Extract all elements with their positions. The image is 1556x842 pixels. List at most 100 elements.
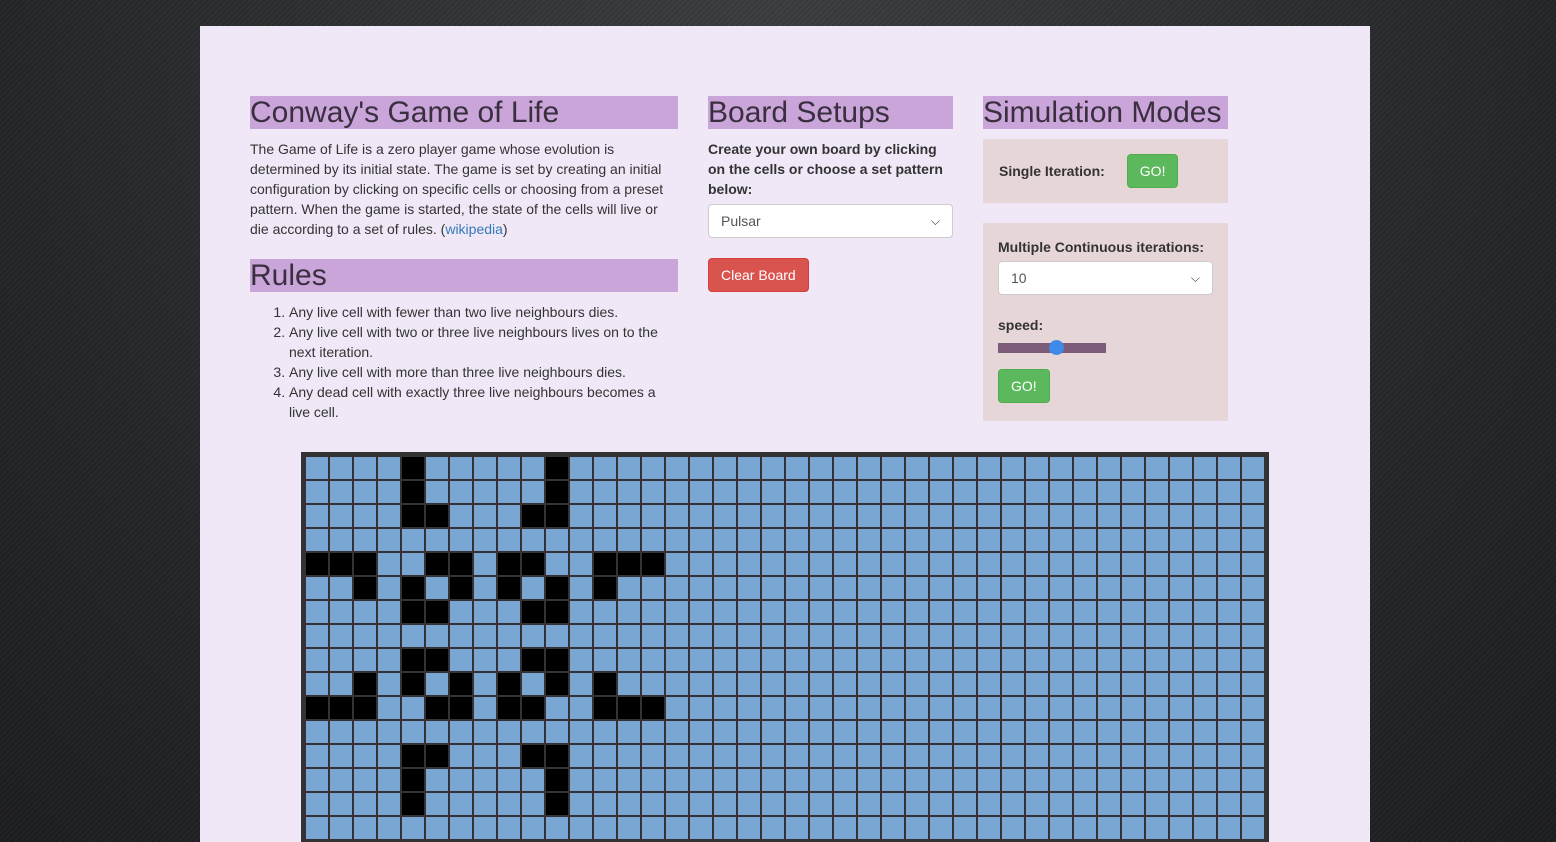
board-cell[interactable]: [1121, 624, 1145, 648]
board-cell[interactable]: [593, 456, 617, 480]
board-cell[interactable]: [1145, 480, 1169, 504]
board-cell[interactable]: [1241, 576, 1265, 600]
board-cell[interactable]: [305, 480, 329, 504]
board-cell[interactable]: [569, 816, 593, 840]
board-cell[interactable]: [425, 648, 449, 672]
board-cell[interactable]: [401, 456, 425, 480]
board-cell[interactable]: [1193, 744, 1217, 768]
board-cell[interactable]: [425, 744, 449, 768]
board-cell[interactable]: [857, 696, 881, 720]
board-cell[interactable]: [593, 816, 617, 840]
board-cell[interactable]: [689, 672, 713, 696]
board-cell[interactable]: [1001, 768, 1025, 792]
board-cell[interactable]: [353, 720, 377, 744]
board-cell[interactable]: [881, 504, 905, 528]
board-cell[interactable]: [473, 744, 497, 768]
board-cell[interactable]: [617, 600, 641, 624]
board-cell[interactable]: [689, 744, 713, 768]
board-cell[interactable]: [1001, 480, 1025, 504]
board-cell[interactable]: [713, 480, 737, 504]
board-cell[interactable]: [641, 480, 665, 504]
board-cell[interactable]: [1217, 600, 1241, 624]
board-cell[interactable]: [545, 528, 569, 552]
board-cell[interactable]: [497, 456, 521, 480]
board-cell[interactable]: [953, 624, 977, 648]
board-cell[interactable]: [1145, 552, 1169, 576]
board-cell[interactable]: [617, 816, 641, 840]
board-cell[interactable]: [1145, 696, 1169, 720]
board-cell[interactable]: [929, 768, 953, 792]
board-cell[interactable]: [1001, 696, 1025, 720]
board-cell[interactable]: [1169, 528, 1193, 552]
board-cell[interactable]: [977, 768, 1001, 792]
board-cell[interactable]: [569, 672, 593, 696]
board-cell[interactable]: [713, 624, 737, 648]
board-cell[interactable]: [401, 768, 425, 792]
board-cell[interactable]: [929, 816, 953, 840]
board-cell[interactable]: [569, 528, 593, 552]
board-cell[interactable]: [401, 480, 425, 504]
board-cell[interactable]: [425, 576, 449, 600]
board-cell[interactable]: [473, 528, 497, 552]
board-cell[interactable]: [1217, 576, 1241, 600]
board-cell[interactable]: [353, 624, 377, 648]
board-cell[interactable]: [1049, 600, 1073, 624]
board-cell[interactable]: [1145, 744, 1169, 768]
board-cell[interactable]: [1001, 816, 1025, 840]
board-cell[interactable]: [473, 792, 497, 816]
board-cell[interactable]: [1217, 744, 1241, 768]
board-cell[interactable]: [953, 600, 977, 624]
board-cell[interactable]: [401, 624, 425, 648]
board-cell[interactable]: [569, 744, 593, 768]
board-cell[interactable]: [569, 480, 593, 504]
board-cell[interactable]: [1241, 528, 1265, 552]
board-cell[interactable]: [545, 480, 569, 504]
board-cell[interactable]: [689, 600, 713, 624]
board-cell[interactable]: [425, 504, 449, 528]
board-cell[interactable]: [641, 768, 665, 792]
board-cell[interactable]: [761, 816, 785, 840]
board-cell[interactable]: [569, 648, 593, 672]
board-cell[interactable]: [641, 792, 665, 816]
multi-go-button[interactable]: GO!: [998, 369, 1050, 403]
board-cell[interactable]: [977, 648, 1001, 672]
board-cell[interactable]: [497, 720, 521, 744]
board-cell[interactable]: [569, 504, 593, 528]
board-cell[interactable]: [1169, 504, 1193, 528]
board-cell[interactable]: [449, 816, 473, 840]
board-cell[interactable]: [1097, 768, 1121, 792]
board-cell[interactable]: [305, 696, 329, 720]
board-cell[interactable]: [1073, 744, 1097, 768]
board-cell[interactable]: [905, 624, 929, 648]
board-cell[interactable]: [1193, 696, 1217, 720]
board-cell[interactable]: [737, 480, 761, 504]
board-cell[interactable]: [905, 528, 929, 552]
board-cell[interactable]: [545, 552, 569, 576]
board-cell[interactable]: [1145, 600, 1169, 624]
board-cell[interactable]: [329, 744, 353, 768]
board-cell[interactable]: [1025, 576, 1049, 600]
board-cell[interactable]: [1121, 528, 1145, 552]
board-cell[interactable]: [641, 816, 665, 840]
board-cell[interactable]: [425, 720, 449, 744]
board-cell[interactable]: [689, 552, 713, 576]
board-cell[interactable]: [377, 552, 401, 576]
board-cell[interactable]: [713, 816, 737, 840]
board-cell[interactable]: [401, 504, 425, 528]
board-cell[interactable]: [809, 696, 833, 720]
board-cell[interactable]: [1241, 672, 1265, 696]
board-cell[interactable]: [689, 720, 713, 744]
board-cell[interactable]: [377, 816, 401, 840]
board-cell[interactable]: [953, 792, 977, 816]
board-cell[interactable]: [545, 768, 569, 792]
board-cell[interactable]: [401, 816, 425, 840]
board-cell[interactable]: [401, 600, 425, 624]
board-cell[interactable]: [881, 768, 905, 792]
board-cell[interactable]: [833, 552, 857, 576]
board-cell[interactable]: [1169, 672, 1193, 696]
board-cell[interactable]: [1169, 768, 1193, 792]
board-cell[interactable]: [1217, 552, 1241, 576]
board-cell[interactable]: [377, 792, 401, 816]
board-cell[interactable]: [473, 480, 497, 504]
board-cell[interactable]: [1121, 744, 1145, 768]
